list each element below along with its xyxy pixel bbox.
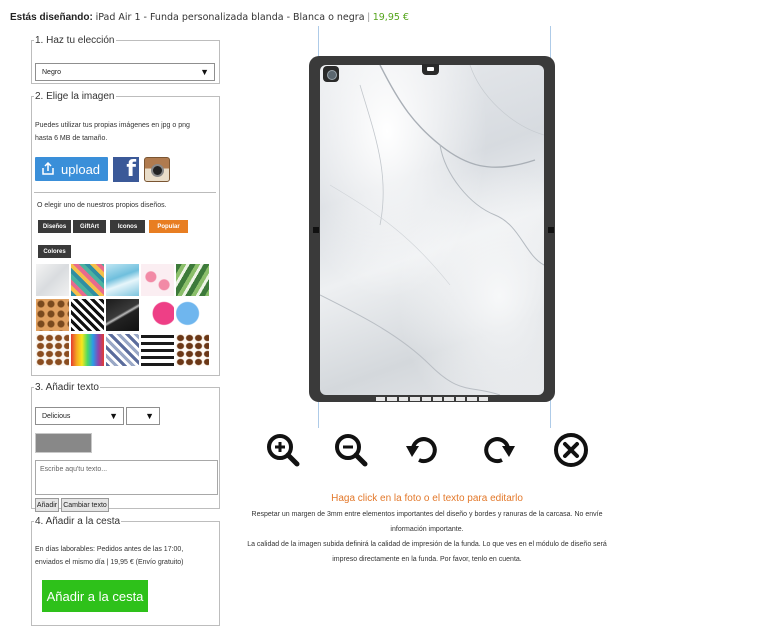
button-cutout	[422, 64, 439, 75]
facebook-button[interactable]: f	[113, 157, 139, 182]
tab-popular[interactable]: Popular	[149, 220, 188, 233]
edit-hint: Haga click en la foto o el texto para ed…	[331, 493, 523, 504]
step1-legend: 1. Haz tu elección	[35, 35, 115, 46]
instagram-button[interactable]	[144, 157, 170, 182]
design-thumb-blue-marble[interactable]	[106, 264, 139, 296]
design-thumb-brush-stripes[interactable]	[141, 334, 174, 366]
caret-down-icon: ▼	[109, 411, 118, 421]
color-select[interactable]: Negro ▼	[35, 63, 215, 81]
design-thumb-zigzag-black[interactable]	[71, 299, 104, 331]
rotate-left-icon[interactable]	[405, 432, 441, 468]
design-thumb-paint-drips[interactable]	[71, 334, 104, 366]
design-thumb-marble-white[interactable]	[36, 264, 69, 296]
step2-legend: 2. Elige la imagen	[35, 91, 115, 102]
step2-panel: 2. Elige la imagen Puedes utilizar tus p…	[31, 91, 220, 376]
design-thumb-palm-leaves[interactable]	[176, 264, 209, 296]
font-size-select[interactable]: ▼	[126, 407, 160, 425]
text-input-placeholder: Escribe aqu'tu texto...	[40, 466, 108, 473]
tab-colores[interactable]: Colores	[38, 245, 71, 258]
facebook-icon: f	[126, 157, 136, 182]
design-thumb-chevron-blue[interactable]	[106, 334, 139, 366]
design-thumb-flamingos[interactable]	[141, 264, 174, 296]
change-text-button[interactable]: Cambiar texto	[61, 498, 109, 512]
rotate-right-icon[interactable]	[480, 432, 516, 468]
design-header: Estás diseñando: iPad Air 1 - Funda pers…	[10, 12, 409, 23]
text-input[interactable]: Escribe aqu'tu texto...	[35, 460, 218, 495]
instagram-icon	[151, 164, 164, 177]
font-select-value: Delicious	[42, 412, 71, 420]
step4-legend: 4. Añadir a la cesta	[35, 516, 121, 527]
font-select[interactable]: Delicious ▼	[35, 407, 124, 425]
margin-note-line2: información importante.	[390, 526, 464, 533]
design-thumb-animal-pattern[interactable]	[36, 299, 69, 331]
add-to-cart-button[interactable]: Añadir a la cesta	[42, 580, 148, 612]
margin-note: Respetar un margen de 3mm entre elemento…	[232, 507, 622, 567]
upload-icon	[41, 161, 55, 176]
shipping-info-line1: En días laborables: Pedidos antes de las…	[35, 546, 184, 553]
header-label: Estás diseñando:	[10, 12, 93, 23]
image-instructions: Puedes utilizar tus propias imágenes en …	[35, 119, 217, 145]
product-price: 19,95 €	[372, 12, 409, 23]
tab-iconos[interactable]: Iconos	[110, 220, 145, 233]
resize-handle-right[interactable]	[548, 227, 554, 233]
quality-note-line2: impreso directamente en la funda. Por fa…	[332, 556, 522, 563]
delete-icon[interactable]	[553, 432, 589, 468]
step3-panel: 3. Añadir texto Delicious ▼ ▼ Escribe aq…	[31, 382, 220, 512]
color-select-value: Negro	[42, 68, 62, 76]
image-instructions-line1: Puedes utilizar tus propias imágenes en …	[35, 122, 190, 129]
shipping-info: En días laborables: Pedidos antes de las…	[35, 543, 218, 569]
step4-panel: 4. Añadir a la cesta En días laborables:…	[31, 516, 220, 626]
quality-note-line1: La calidad de la imagen subida definirá …	[247, 541, 607, 548]
design-thumb-blue-heart-half[interactable]	[176, 299, 209, 331]
header-separator: |	[367, 12, 370, 23]
step1-panel: 1. Haz tu elección Negro ▼	[31, 35, 220, 84]
shipping-info-line2: enviados el mismo día | 19,95 € (Envío g…	[35, 559, 184, 566]
port-cutouts	[376, 396, 489, 402]
zoom-out-icon[interactable]	[333, 432, 369, 468]
zoom-in-icon[interactable]	[265, 432, 301, 468]
design-thumb-pink-heart-half[interactable]	[141, 299, 174, 331]
divider	[34, 192, 216, 193]
marble-veins	[320, 65, 544, 395]
case-design-image[interactable]	[320, 65, 544, 395]
resize-handle-left[interactable]	[313, 227, 319, 233]
upload-button[interactable]: upload	[35, 157, 108, 181]
design-thumb-coffee-beans-2[interactable]	[176, 334, 209, 366]
design-thumb-coffee-beans[interactable]	[36, 334, 69, 366]
or-choose-text: O elegir uno de nuestros propios diseños…	[37, 202, 167, 209]
product-name: iPad Air 1 - Funda personalizada blanda …	[95, 12, 365, 23]
caret-down-icon: ▼	[145, 411, 154, 421]
margin-note-line1: Respetar un margen de 3mm entre elemento…	[251, 511, 603, 518]
tab-giftart[interactable]: GiftArt	[73, 220, 106, 233]
text-color-picker[interactable]	[35, 433, 92, 453]
camera-cutout	[323, 66, 339, 82]
add-text-button[interactable]: Añadir	[35, 498, 59, 512]
step3-legend: 3. Añadir texto	[35, 382, 99, 393]
design-thumb-pineapples[interactable]	[71, 264, 104, 296]
upload-label: upload	[61, 161, 101, 177]
design-thumb-black-marble[interactable]	[106, 299, 139, 331]
image-instructions-line2: hasta 6 MB de tamaño.	[35, 135, 108, 142]
caret-down-icon: ▼	[200, 67, 209, 77]
tab-disenos[interactable]: Diseños	[38, 220, 71, 233]
